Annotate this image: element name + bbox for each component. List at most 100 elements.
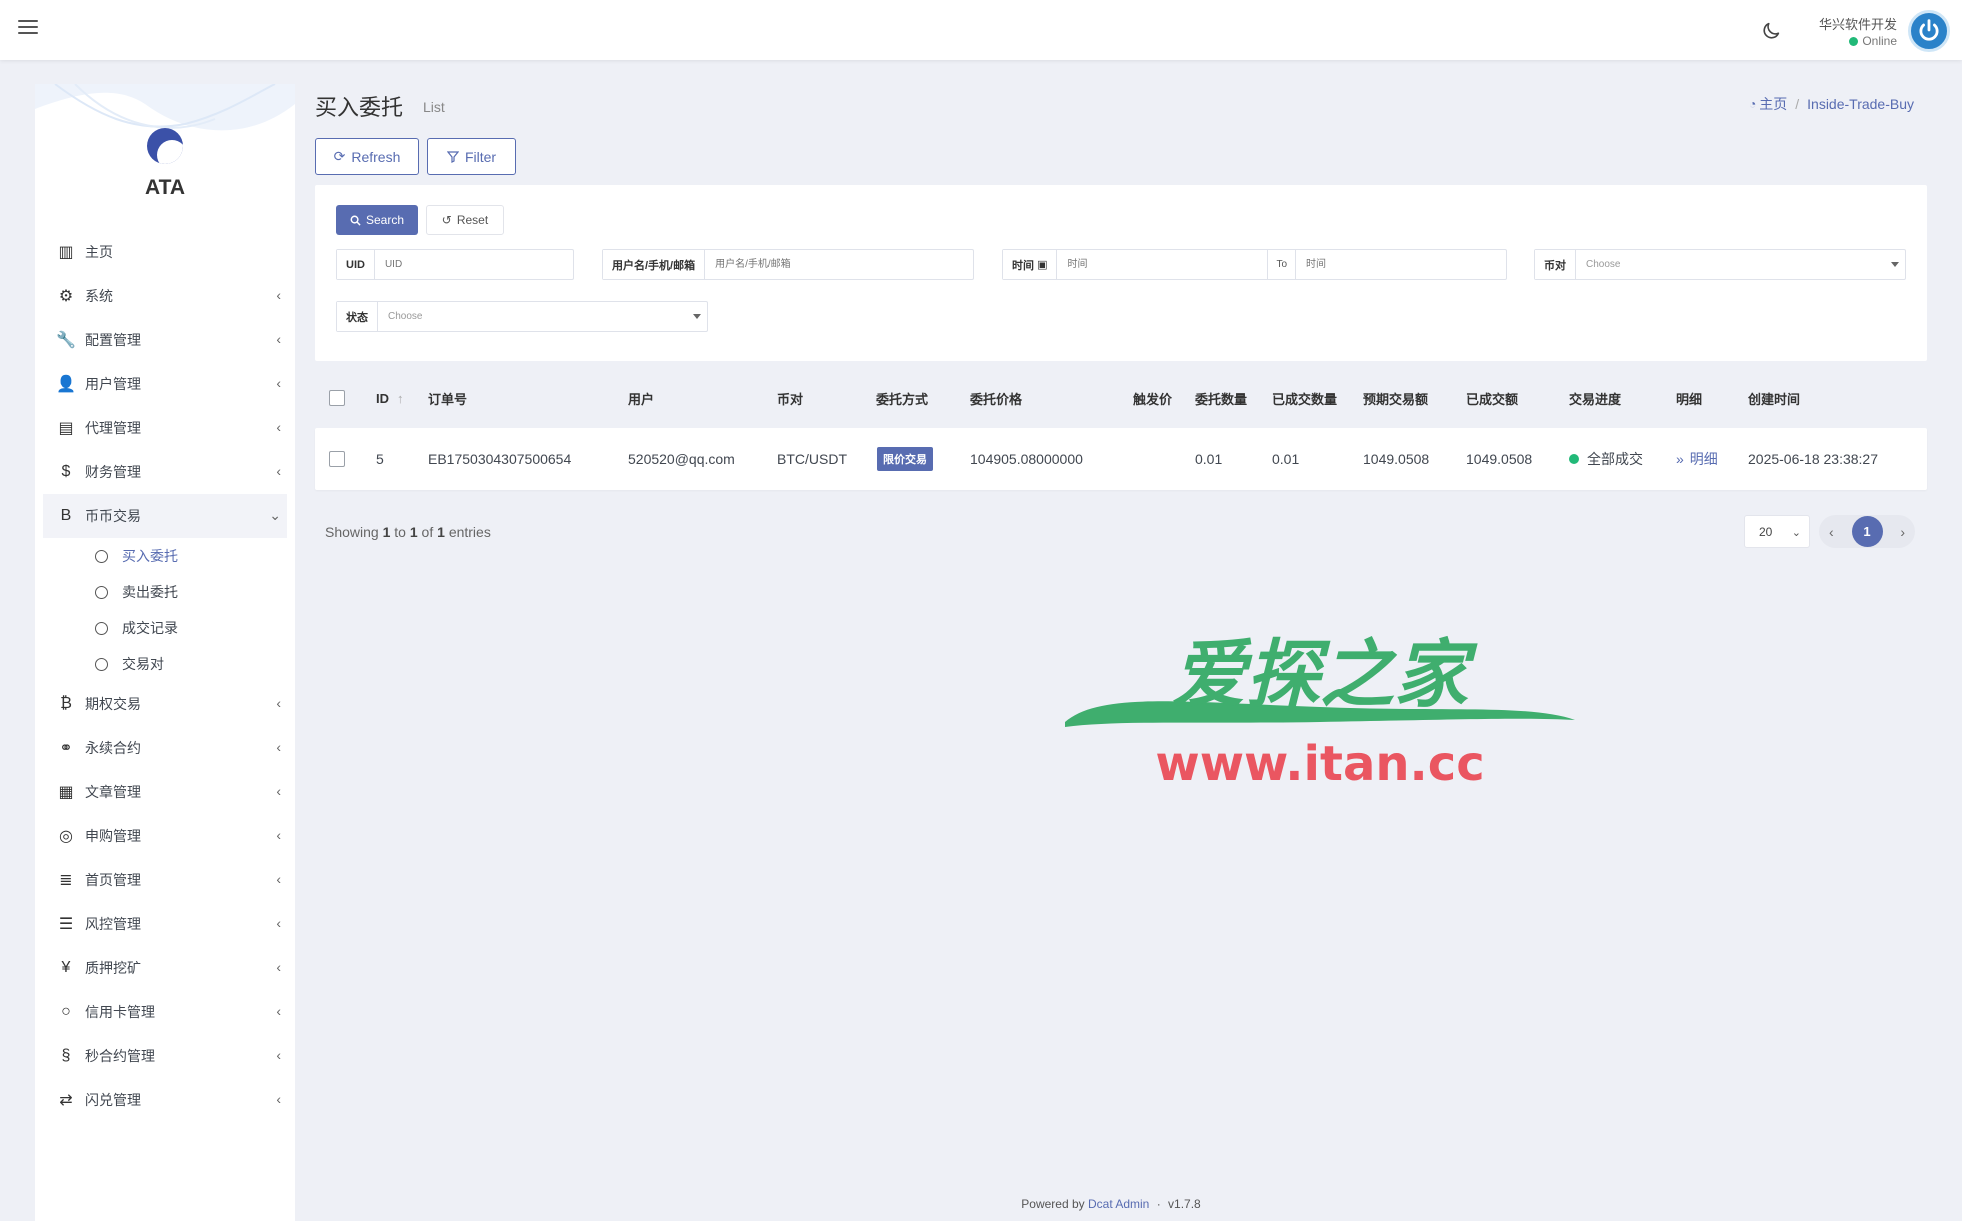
th-qty: 委托数量	[1195, 391, 1248, 407]
sidebar-item-6[interactable]: B 币币交易 ⌄	[43, 494, 287, 538]
status-select[interactable]: Choose	[378, 302, 707, 331]
sort-arrow-icon[interactable]: ↑	[397, 391, 404, 406]
sidebar-subitem-3[interactable]: 交易对	[35, 646, 295, 682]
dashboard-icon: ◔	[1749, 97, 1757, 111]
sidebar-subitem-2[interactable]: 成交记录	[35, 610, 295, 646]
sidebar-item-after-5[interactable]: ☰ 风控管理 ‹	[35, 902, 295, 946]
sidebar-menu: ▥ 主页 ⚙ 系统 ‹ 🔧 配置管理 ‹ 👤 用户管理 ‹ ▤ 代理管理 ‹ $ 财务管…	[35, 230, 295, 1122]
logo-icon[interactable]	[147, 128, 183, 164]
sidebar-item-4[interactable]: ▤ 代理管理 ‹	[35, 406, 295, 450]
row-checkbox[interactable]	[329, 451, 345, 467]
sidebar-item-label: 文章管理	[85, 784, 141, 800]
status-filter-label: 状态	[337, 302, 378, 331]
refresh-button[interactable]: ⟳ Refresh	[315, 138, 419, 175]
chevron-left-icon: ‹	[276, 1091, 281, 1107]
id-card-icon: ▤	[58, 420, 74, 437]
th-filled-amount: 已成交额	[1466, 391, 1519, 407]
sidebar-item-after-1[interactable]: ⚭ 永续合约 ‹	[35, 726, 295, 770]
sidebar-item-label: 财务管理	[85, 464, 141, 480]
watermark-url: www.itan.cc	[1155, 736, 1484, 792]
next-page-icon[interactable]: ›	[1900, 524, 1905, 540]
detail-link-label: 明细	[1689, 451, 1718, 467]
showing-prefix: Showing	[325, 524, 379, 540]
current-page[interactable]: 1	[1851, 516, 1883, 547]
th-progress: 交易进度	[1569, 391, 1622, 407]
time-start-input[interactable]	[1057, 250, 1268, 279]
sidebar-item-3[interactable]: 👤 用户管理 ‹	[35, 362, 295, 406]
sidebar-subitem-label: 卖出委托	[122, 584, 178, 600]
search-button[interactable]: Search	[336, 205, 418, 235]
fingerprint-icon: §	[61, 1047, 71, 1064]
sidebar-item-after-0[interactable]: ₿ 期权交易 ‹	[35, 682, 295, 726]
sidebar-item-2[interactable]: 🔧 配置管理 ‹	[35, 318, 295, 362]
sidebar-subitem-1[interactable]: 卖出委托	[35, 574, 295, 610]
uid-input[interactable]	[374, 250, 573, 279]
page-title: 买入委托	[315, 95, 404, 120]
circle-outline-icon	[95, 621, 108, 635]
chevron-left-icon: ‹	[276, 827, 281, 843]
chevron-left-icon: ‹	[276, 695, 281, 711]
showing-entries-word: entries	[448, 524, 491, 540]
user-name[interactable]: 华兴软件开发	[1819, 14, 1897, 33]
breadcrumb-current[interactable]: Inside-Trade-Buy	[1807, 96, 1914, 112]
chevron-down-icon: ⌄	[1791, 527, 1801, 539]
pair-select[interactable]: Choose	[1576, 250, 1905, 279]
page-size-select[interactable]: 20 ⌄	[1744, 515, 1810, 548]
chevron-left-icon: ‹	[276, 783, 281, 799]
avatar[interactable]	[1908, 10, 1950, 52]
refresh-icon: ⟳	[333, 148, 346, 164]
search-icon	[350, 215, 361, 226]
th-id[interactable]: ID ↑	[376, 370, 404, 426]
prev-page-icon[interactable]: ‹	[1829, 524, 1834, 540]
bitcoin-b-icon: B	[60, 507, 72, 524]
sidebar-item-after-6[interactable]: ¥ 质押挖矿 ‹	[35, 946, 295, 990]
sidebar-item-after-3[interactable]: ◎ 申购管理 ‹	[35, 814, 295, 858]
exchange-icon: ⇄	[59, 1092, 73, 1109]
power-icon	[1919, 19, 1939, 41]
sidebar-item-after-8[interactable]: § 秒合约管理 ‹	[35, 1034, 295, 1078]
time-end-input[interactable]	[1296, 250, 1506, 279]
select-all-checkbox[interactable]	[329, 390, 345, 406]
breadcrumb: ◔ 主页 / Inside-Trade-Buy	[1749, 94, 1914, 114]
footer-dot: ·	[1156, 1197, 1161, 1211]
chevron-left-icon: ‹	[276, 331, 281, 347]
detail-link[interactable]: » 明细	[1676, 428, 1718, 490]
hamburger-menu-icon[interactable]	[18, 17, 38, 37]
yen-icon: ¥	[61, 959, 71, 976]
watermark-cn: 爱探之家	[1172, 632, 1478, 718]
chevron-left-icon: ‹	[276, 463, 281, 479]
showing-of-word: of	[421, 524, 434, 540]
circle-outline-icon	[95, 549, 108, 563]
cell-filled-amount: 1049.0508	[1466, 451, 1533, 467]
reset-label: Reset	[456, 213, 489, 227]
th-order-no: 订单号	[428, 391, 468, 407]
sidebar-subitem-0[interactable]: 买入委托	[35, 538, 295, 574]
circle-icon: ○	[61, 1003, 71, 1020]
user-input[interactable]	[705, 250, 973, 279]
sidebar-item-after-2[interactable]: ▦ 文章管理 ‹	[35, 770, 295, 814]
sidebar-item-after-9[interactable]: ⇄ 闪兑管理 ‹	[35, 1078, 295, 1122]
sidebar-item-label: 期权交易	[85, 696, 141, 712]
chevron-left-icon: ‹	[276, 959, 281, 975]
reset-button[interactable]: ↺ Reset	[426, 205, 504, 235]
sidebar-item-after-7[interactable]: ○ 信用卡管理 ‹	[35, 990, 295, 1034]
sidebar-item-0[interactable]: ▥ 主页	[35, 230, 295, 274]
dark-mode-moon-icon[interactable]	[1760, 20, 1782, 42]
sidebar-item-after-4[interactable]: ≣ 首页管理 ‹	[35, 858, 295, 902]
sidebar-item-label: 用户管理	[85, 376, 141, 392]
filter-button[interactable]: Filter	[427, 138, 516, 175]
sidebar-item-1[interactable]: ⚙ 系统 ‹	[35, 274, 295, 318]
time-filter: 时间 ▣ To	[1002, 249, 1507, 280]
footer-brand-link[interactable]: Dcat Admin	[1088, 1197, 1149, 1211]
sidebar-item-label: 质押挖矿	[85, 960, 141, 976]
logo-text[interactable]: ATA	[35, 176, 295, 200]
showing-entries: Showing 1 to 1 of 1 entries	[325, 524, 491, 540]
select-all-cell	[329, 370, 345, 426]
sidebar-item-label: 永续合约	[85, 740, 141, 756]
pair-filter: 币对 Choose	[1534, 249, 1906, 280]
filter-panel: Search ↺ Reset UID 用户名/手机/邮箱 时间 ▣ To 币对 …	[315, 185, 1927, 361]
uid-filter: UID	[336, 249, 574, 280]
sidebar-item-5[interactable]: $ 财务管理 ‹	[35, 450, 295, 494]
sidebar-item-label: 代理管理	[85, 420, 141, 436]
breadcrumb-home[interactable]: 主页	[1759, 94, 1787, 114]
